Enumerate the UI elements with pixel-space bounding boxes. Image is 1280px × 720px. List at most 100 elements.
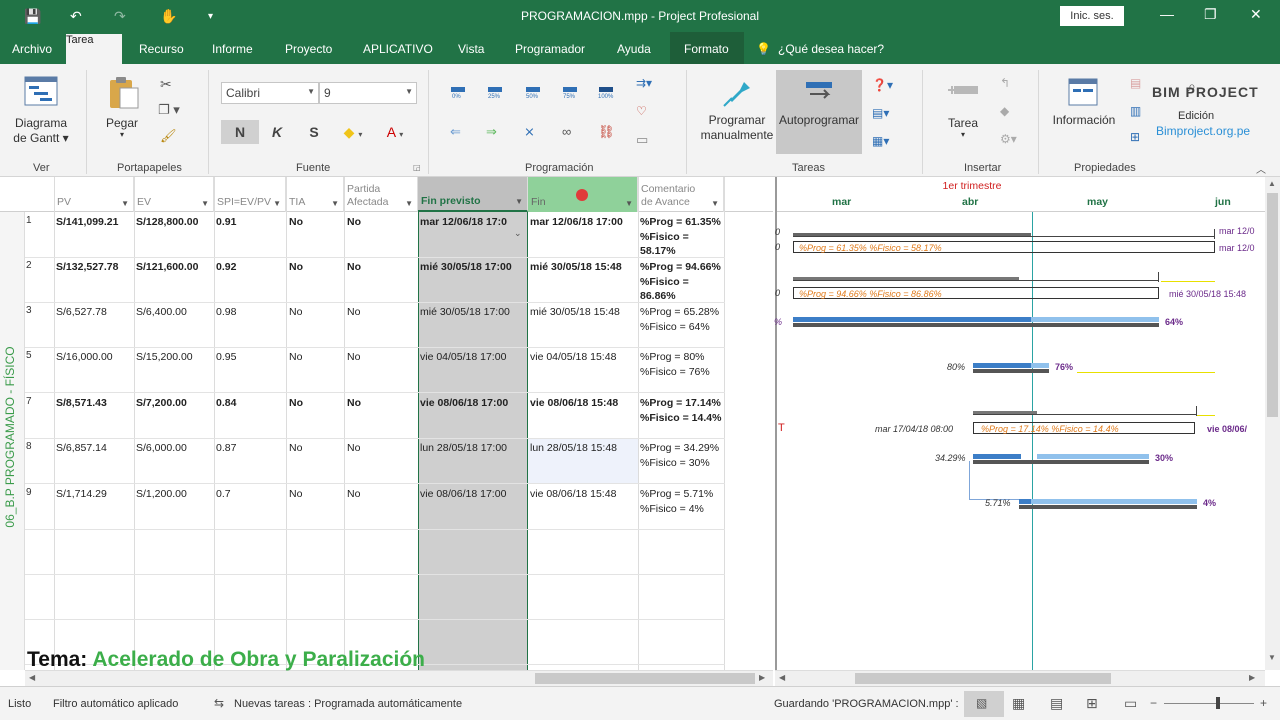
gantt-bar-task-3-remaining[interactable]: [1031, 317, 1159, 322]
cell-fin[interactable]: vie 08/06/18 15:48: [530, 487, 636, 502]
percent-25-button[interactable]: 25%: [488, 94, 500, 100]
task-usage-icon[interactable]: ▦: [1012, 695, 1025, 712]
column-header-spi[interactable]: SPI=EV/PV ▼: [214, 177, 286, 212]
cell-fin[interactable]: mar 12/06/18 17:00: [530, 215, 636, 230]
cell-fin-prev[interactable]: mié 30/05/18 17:00: [420, 305, 526, 320]
scroll-right-icon[interactable]: ▶: [759, 673, 765, 682]
cell-pv[interactable]: S/1,714.29: [56, 487, 134, 502]
cell-pv[interactable]: S/132,527.78: [56, 260, 134, 275]
tab-vista[interactable]: Vista: [458, 42, 484, 56]
cell-pv[interactable]: S/141,099.21: [56, 215, 134, 230]
cell-afectada[interactable]: No: [347, 350, 417, 365]
vertical-scroll-thumb[interactable]: [1267, 193, 1278, 417]
maximize-button[interactable]: ❐: [1204, 6, 1217, 23]
font-name-select[interactable]: Calibri ▼: [221, 82, 319, 104]
milestone-icon[interactable]: ◆: [1000, 104, 1009, 118]
font-dialog-launcher-icon[interactable]: ◲: [413, 163, 421, 172]
cell-pv[interactable]: S/16,000.00: [56, 350, 134, 365]
cell-pv[interactable]: S/8,571.43: [56, 396, 134, 411]
collapse-ribbon-icon[interactable]: ︿: [1256, 161, 1266, 176]
cell-pv[interactable]: S/6,527.78: [56, 305, 134, 320]
cell-tia[interactable]: No: [289, 487, 344, 502]
zoom-in-icon[interactable]: +: [1260, 696, 1267, 710]
bold-button[interactable]: N: [221, 120, 259, 144]
column-header-pv[interactable]: PV ▼: [54, 177, 134, 212]
gantt-bar-task-5-remaining[interactable]: [1031, 363, 1049, 368]
zoom-slider-thumb[interactable]: [1216, 697, 1220, 709]
cell-comentario[interactable]: %Fisico =: [640, 275, 724, 290]
row-id[interactable]: 1: [26, 215, 32, 226]
tell-me-input[interactable]: ¿Qué desea hacer?: [778, 42, 884, 56]
cell-comentario[interactable]: %Fisico = 76%: [640, 365, 724, 380]
deliverable-icon[interactable]: ⚙▾: [1000, 132, 1017, 146]
cell-fin-prev[interactable]: lun 28/05/18 17:00: [420, 441, 526, 456]
percent-75-button[interactable]: 75%: [563, 94, 575, 100]
move-icon[interactable]: ▤▾: [872, 106, 889, 120]
cell-spi[interactable]: 0.87: [216, 441, 286, 456]
scroll-up-icon[interactable]: ▲: [1268, 179, 1276, 188]
add-timeline-icon[interactable]: ⊞: [1130, 130, 1140, 144]
column-header-ev[interactable]: EV ▼: [134, 177, 214, 212]
cell-spi[interactable]: 0.84: [216, 396, 286, 411]
format-painter-icon[interactable]: 🖌: [160, 128, 177, 144]
gantt-bar-task-8-actual[interactable]: [973, 454, 1021, 459]
cell-fin[interactable]: vie 04/05/18 15:48: [530, 350, 636, 365]
notes-icon[interactable]: ▤: [1130, 76, 1141, 90]
cell-comentario[interactable]: %Prog = 80%: [640, 350, 724, 365]
gantt-bar-task-9-remaining[interactable]: [1031, 499, 1197, 504]
paste-button[interactable]: Pegar: [102, 116, 142, 130]
cell-ev[interactable]: S/121,600.00: [136, 260, 214, 275]
cell-spi[interactable]: 0.91: [216, 215, 286, 230]
split-task-icon[interactable]: ⨯: [524, 124, 535, 140]
column-header-tia[interactable]: TIA ▼: [286, 177, 344, 212]
cell-ev[interactable]: S/15,200.00: [136, 350, 214, 365]
cell-comentario[interactable]: 86.86%: [640, 289, 724, 304]
column-header-fin-previsto[interactable]: Fin previsto ▼: [418, 177, 528, 212]
cell-comentario[interactable]: %Prog = 94.66%: [640, 260, 724, 275]
cell-comentario[interactable]: 58.17%: [640, 244, 724, 259]
tab-proyecto[interactable]: Proyecto: [285, 42, 332, 56]
cut-icon[interactable]: ✂: [160, 76, 172, 93]
cell-tia[interactable]: No: [289, 305, 344, 320]
copy-icon[interactable]: ❐ ▾: [158, 102, 180, 118]
cell-ev[interactable]: S/7,200.00: [136, 396, 214, 411]
row-id[interactable]: 5: [26, 350, 32, 361]
cell-fin[interactable]: mié 30/05/18 15:48: [530, 305, 636, 320]
gantt-horizontal-scrollbar[interactable]: ◀ ▶: [775, 670, 1265, 686]
link-tasks-icon[interactable]: ∞: [562, 124, 571, 139]
inspect-icon[interactable]: ❓▾: [872, 78, 893, 92]
cell-dropdown-icon[interactable]: ⌄: [514, 228, 522, 239]
mode-icon[interactable]: ▦▾: [872, 134, 889, 148]
cell-tia[interactable]: No: [289, 260, 344, 275]
tab-aplicativo[interactable]: APLICATIVO: [363, 42, 433, 56]
manual-schedule-button[interactable]: Programar manualmente: [696, 113, 778, 143]
font-color-button[interactable]: A ▾: [376, 120, 414, 144]
gantt-bar-task-5-actual[interactable]: [973, 363, 1031, 368]
tab-formato[interactable]: Formato: [684, 42, 729, 56]
paste-dropdown-icon[interactable]: ▾: [102, 130, 142, 139]
cell-comentario[interactable]: %Prog = 61.35%: [640, 215, 724, 230]
cell-afectada[interactable]: No: [347, 487, 417, 502]
status-new-tasks[interactable]: Nuevas tareas : Programada automáticamen…: [234, 698, 462, 710]
zoom-out-icon[interactable]: −: [1150, 696, 1157, 710]
cell-comentario[interactable]: %Fisico =: [640, 230, 724, 245]
underline-button[interactable]: S: [295, 120, 333, 144]
cell-afectada[interactable]: No: [347, 305, 417, 320]
resource-sheet-icon[interactable]: ⊞: [1086, 695, 1098, 712]
cell-afectada[interactable]: No: [347, 441, 417, 456]
cell-ev[interactable]: S/128,800.00: [136, 215, 214, 230]
percent-100-button[interactable]: 100%: [598, 94, 613, 100]
respect-links-icon[interactable]: ♡: [636, 104, 647, 118]
inactivate-icon[interactable]: ▭: [636, 132, 648, 148]
cell-fin-prev[interactable]: vie 04/05/18 17:00: [420, 350, 526, 365]
italic-button[interactable]: K: [258, 120, 296, 144]
gantt-bar-task-8-remaining[interactable]: [1037, 454, 1149, 459]
tab-recurso[interactable]: Recurso: [139, 42, 184, 56]
percent-0-button[interactable]: 0%: [452, 94, 461, 100]
row-id[interactable]: 2: [26, 260, 32, 271]
percent-50-button[interactable]: 50%: [526, 94, 538, 100]
cell-afectada[interactable]: No: [347, 260, 417, 275]
insert-task-button[interactable]: Tarea ▾: [938, 116, 988, 139]
tab-ayuda[interactable]: Ayuda: [617, 42, 651, 56]
cell-fin[interactable]: mié 30/05/18 15:48: [530, 260, 636, 275]
